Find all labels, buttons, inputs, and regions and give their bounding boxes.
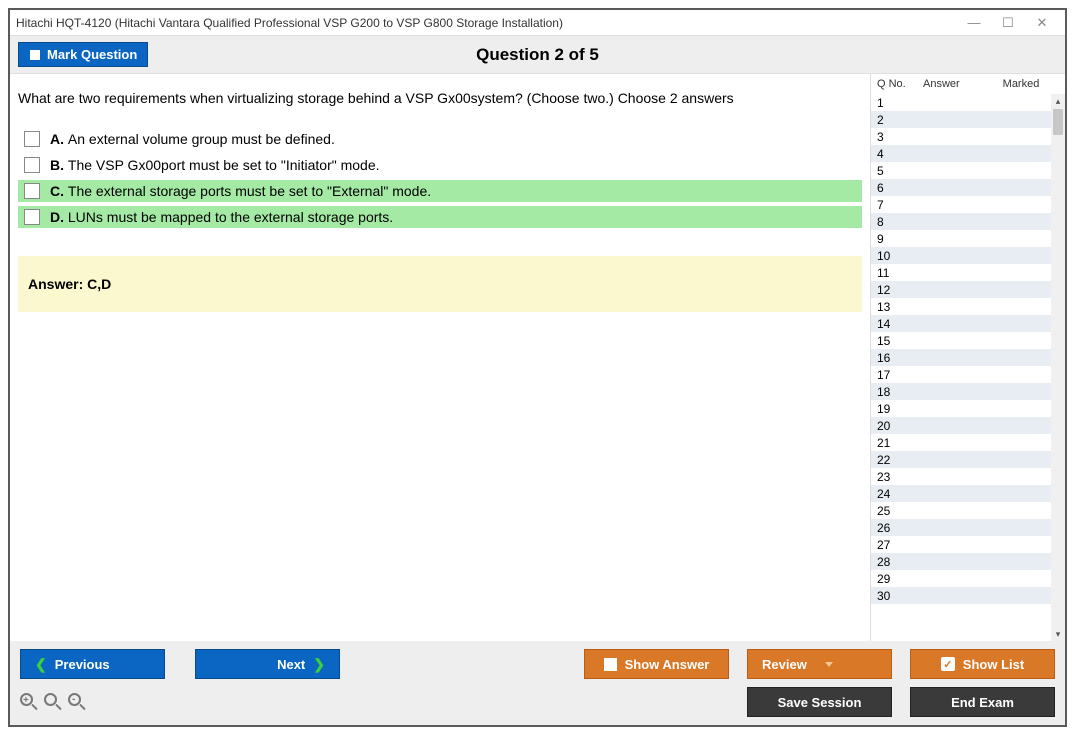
question-list-row[interactable]: 21: [871, 434, 1051, 451]
window-controls: — ☐ ✕: [957, 11, 1059, 35]
question-list-row[interactable]: 24: [871, 485, 1051, 502]
question-list-row[interactable]: 28: [871, 553, 1051, 570]
question-list-row[interactable]: 8: [871, 213, 1051, 230]
mark-question-button[interactable]: Mark Question: [18, 42, 148, 67]
option-row[interactable]: C. The external storage ports must be se…: [18, 180, 862, 202]
question-list-row[interactable]: 1: [871, 94, 1051, 111]
checkbox-icon[interactable]: [24, 183, 40, 199]
question-list-row[interactable]: 11: [871, 264, 1051, 281]
question-list-row[interactable]: 5: [871, 162, 1051, 179]
minimize-button[interactable]: —: [957, 11, 991, 35]
content-row: What are two requirements when virtualiz…: [10, 74, 1065, 641]
scroll-down-icon[interactable]: ▾: [1051, 627, 1065, 641]
end-exam-label: End Exam: [951, 695, 1014, 710]
question-list-row[interactable]: 27: [871, 536, 1051, 553]
app-window: Hitachi HQT-4120 (Hitachi Vantara Qualif…: [8, 8, 1067, 727]
question-list-row[interactable]: 14: [871, 315, 1051, 332]
chevron-right-icon: ❯: [313, 656, 325, 673]
show-answer-button[interactable]: Show Answer: [584, 649, 729, 679]
option-text: C. The external storage ports must be se…: [50, 183, 431, 199]
footer: ❮ Previous Next ❯ Show Answer Review ✓ S…: [10, 641, 1065, 725]
question-list-row[interactable]: 29: [871, 570, 1051, 587]
answer-label: Answer: C,D: [28, 276, 111, 292]
question-list-row[interactable]: 16: [871, 349, 1051, 366]
next-button[interactable]: Next ❯: [195, 649, 340, 679]
titlebar: Hitachi HQT-4120 (Hitachi Vantara Qualif…: [10, 10, 1065, 36]
next-label: Next: [277, 657, 305, 672]
question-list-row[interactable]: 6: [871, 179, 1051, 196]
checkbox-icon[interactable]: [24, 157, 40, 173]
previous-label: Previous: [55, 657, 110, 672]
question-text: What are two requirements when virtualiz…: [18, 84, 862, 112]
question-list-row[interactable]: 20: [871, 417, 1051, 434]
question-list-row[interactable]: 18: [871, 383, 1051, 400]
footer-row-1: ❮ Previous Next ❯ Show Answer Review ✓ S…: [20, 649, 1055, 679]
question-list-row[interactable]: 22: [871, 451, 1051, 468]
col-answer: Answer: [923, 78, 983, 90]
checkbox-icon[interactable]: [24, 209, 40, 225]
footer-row-2: + - Save Session End Exam: [20, 687, 1055, 717]
option-row[interactable]: A. An external volume group must be defi…: [18, 128, 862, 150]
answer-panel: Answer: C,D: [18, 256, 862, 312]
col-marked: Marked: [983, 78, 1059, 90]
show-list-label: Show List: [963, 657, 1024, 672]
question-list: 1234567891011121314151617181920212223242…: [871, 94, 1065, 641]
window-title: Hitachi HQT-4120 (Hitachi Vantara Qualif…: [16, 16, 957, 30]
end-exam-button[interactable]: End Exam: [910, 687, 1055, 717]
question-list-row[interactable]: 25: [871, 502, 1051, 519]
question-counter: Question 2 of 5: [10, 45, 1065, 65]
option-text: B. The VSP Gx00port must be set to "Init…: [50, 157, 380, 173]
question-list-row[interactable]: 30: [871, 587, 1051, 604]
scroll-thumb[interactable]: [1053, 109, 1063, 135]
zoom-controls: + -: [20, 693, 86, 711]
maximize-button[interactable]: ☐: [991, 11, 1025, 35]
option-text: A. An external volume group must be defi…: [50, 131, 335, 147]
option-text: D. LUNs must be mapped to the external s…: [50, 209, 393, 225]
question-list-row[interactable]: 13: [871, 298, 1051, 315]
question-list-row[interactable]: 17: [871, 366, 1051, 383]
checkbox-icon: [29, 49, 41, 61]
review-label: Review: [762, 657, 807, 672]
mark-question-label: Mark Question: [47, 47, 137, 62]
scroll-up-icon[interactable]: ▴: [1051, 94, 1065, 108]
zoom-in-icon[interactable]: +: [20, 693, 38, 711]
question-list-row[interactable]: 23: [871, 468, 1051, 485]
option-row[interactable]: D. LUNs must be mapped to the external s…: [18, 206, 862, 228]
question-list-header: Q No. Answer Marked: [871, 74, 1065, 94]
option-row[interactable]: B. The VSP Gx00port must be set to "Init…: [18, 154, 862, 176]
save-session-button[interactable]: Save Session: [747, 687, 892, 717]
options-list: A. An external volume group must be defi…: [18, 128, 862, 228]
show-list-button[interactable]: ✓ Show List: [910, 649, 1055, 679]
question-list-rows: 1234567891011121314151617181920212223242…: [871, 94, 1051, 641]
previous-button[interactable]: ❮ Previous: [20, 649, 165, 679]
col-qno: Q No.: [877, 78, 923, 90]
save-session-label: Save Session: [778, 695, 862, 710]
checkbox-icon: [604, 658, 617, 671]
question-list-row[interactable]: 12: [871, 281, 1051, 298]
question-list-row[interactable]: 10: [871, 247, 1051, 264]
question-list-row[interactable]: 7: [871, 196, 1051, 213]
question-list-row[interactable]: 9: [871, 230, 1051, 247]
question-list-row[interactable]: 15: [871, 332, 1051, 349]
question-list-row[interactable]: 26: [871, 519, 1051, 536]
question-list-row[interactable]: 2: [871, 111, 1051, 128]
question-list-row[interactable]: 3: [871, 128, 1051, 145]
question-area: What are two requirements when virtualiz…: [10, 74, 870, 641]
zoom-out-icon[interactable]: -: [68, 693, 86, 711]
header-bar: Mark Question Question 2 of 5: [10, 36, 1065, 74]
chevron-down-icon: [825, 662, 833, 667]
checkbox-icon[interactable]: [24, 131, 40, 147]
question-list-row[interactable]: 19: [871, 400, 1051, 417]
show-answer-label: Show Answer: [625, 657, 710, 672]
check-icon: ✓: [941, 657, 955, 671]
question-list-panel: Q No. Answer Marked 12345678910111213141…: [870, 74, 1065, 641]
close-button[interactable]: ✕: [1025, 11, 1059, 35]
zoom-reset-icon[interactable]: [44, 693, 62, 711]
review-button[interactable]: Review: [747, 649, 892, 679]
chevron-left-icon: ❮: [35, 656, 47, 673]
scrollbar[interactable]: ▴ ▾: [1051, 94, 1065, 641]
question-list-row[interactable]: 4: [871, 145, 1051, 162]
